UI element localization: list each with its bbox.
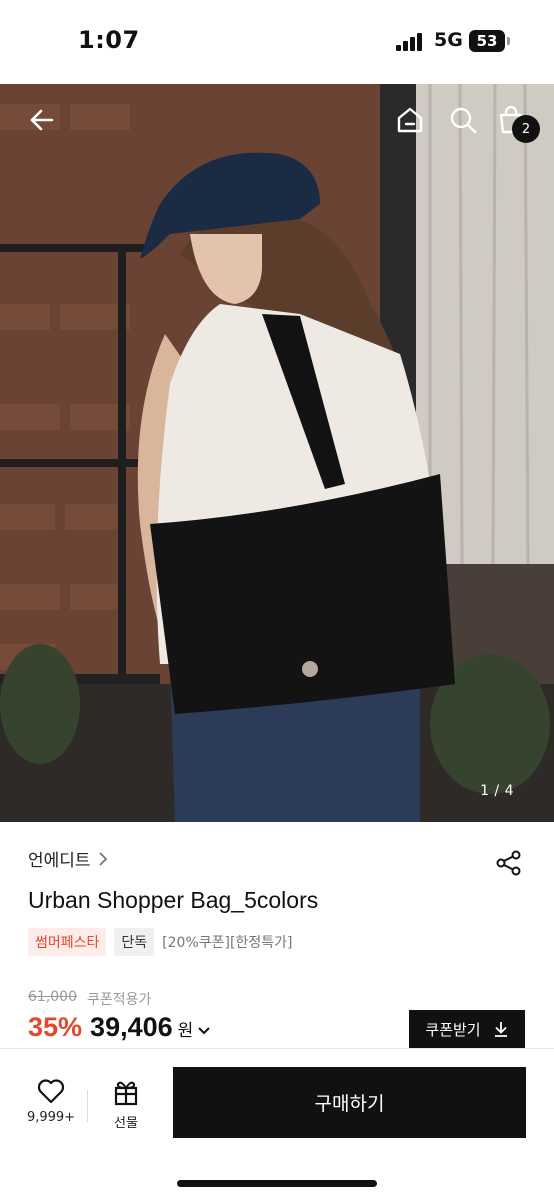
gift-icon [114,1081,138,1106]
battery-tip [507,37,510,45]
search-icon [450,107,477,134]
original-price: 61,000 [28,989,77,1005]
like-button[interactable]: 9,999+ [18,1078,84,1134]
product-tags: 썸머페스타 단독 [20%쿠폰][한정특가] [28,928,292,956]
get-coupon-button[interactable]: 쿠폰받기 [409,1010,525,1048]
coupon-button-label: 쿠폰받기 [425,1020,481,1039]
chevron-right-icon [98,851,107,866]
brand-name: 언에디트 [28,851,91,871]
home-button[interactable] [388,98,432,142]
home-indicator [177,1180,377,1187]
coupon-applied-note: 쿠폰적용가 [87,992,152,1008]
battery-level: 53 [476,32,498,50]
product-title: Urban Shopper Bag_5colors [28,887,319,913]
gift-button[interactable]: 선물 [96,1078,156,1134]
network-label: 5G [434,29,463,51]
gift-label: 선물 [114,1116,138,1131]
status-time: 1:07 [78,26,140,54]
share-icon [496,850,521,876]
arrow-left-icon [30,109,54,131]
back-button[interactable] [20,98,64,142]
coupon-info-tag: [20%쿠폰][한정특가] [162,935,293,951]
product-image[interactable] [0,84,554,822]
cart-count-badge: 2 [512,115,540,143]
chevron-down-icon[interactable] [197,1026,211,1036]
currency-unit: 원 [177,1021,194,1041]
signal-icon [396,33,426,51]
discount-rate: 35% [28,1012,83,1042]
status-bar: 1:07 5G 53 [0,0,554,84]
buy-button-label: 구매하기 [314,1093,385,1115]
product-photo [0,84,554,822]
buy-button[interactable]: 구매하기 [173,1067,526,1138]
brand-link[interactable]: 언에디트 [28,846,109,871]
heart-icon [37,1079,65,1104]
price-row: 35% 39,406 원 [28,1012,211,1043]
sale-price: 39,406 [90,1012,173,1042]
divider [87,1090,88,1122]
promo-tag: 썸머페스타 [28,928,107,956]
gallery-page-indicator: 1 / 4 [480,783,514,799]
exclusive-tag: 단독 [114,928,155,956]
home-icon [397,107,423,133]
original-price-row: 61,000 쿠폰적용가 [28,989,151,1009]
share-button[interactable] [492,846,526,880]
battery-icon: 53 [469,30,505,52]
search-button[interactable] [441,98,485,142]
download-icon [494,1022,507,1037]
like-count: 9,999+ [26,1110,76,1125]
